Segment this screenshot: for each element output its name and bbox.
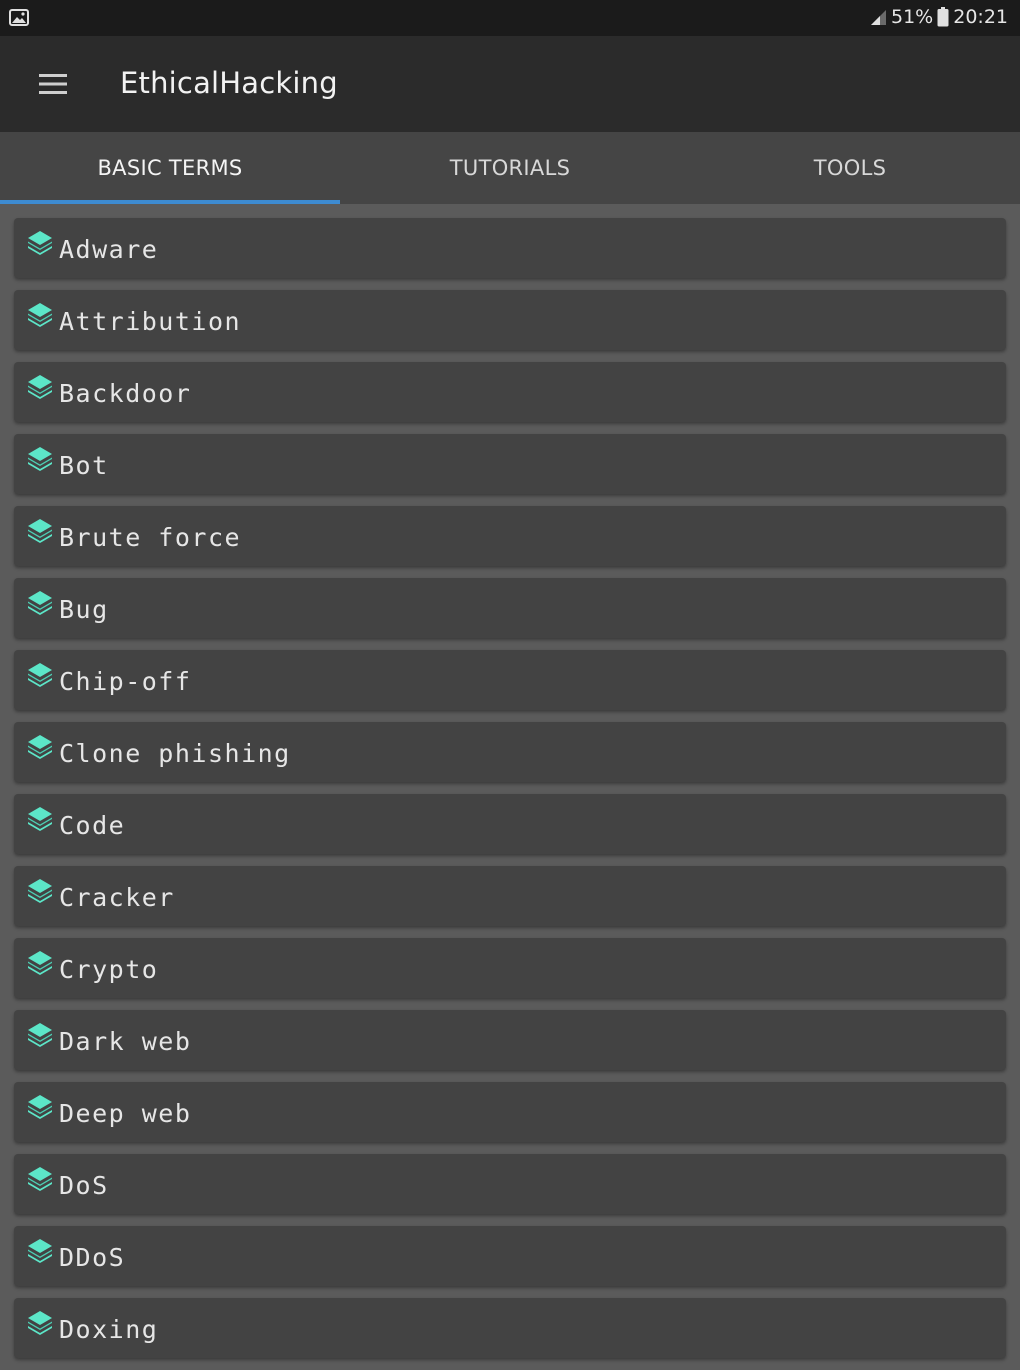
list-item-label: DoS: [59, 1171, 109, 1200]
layers-icon: [28, 1167, 52, 1191]
hamburger-menu-icon[interactable]: [30, 64, 76, 104]
list-item[interactable]: Cracker: [14, 866, 1006, 926]
tab-tutorials[interactable]: TUTORIALS: [340, 132, 680, 204]
layers-icon: [28, 375, 52, 399]
layers-icon: [28, 1239, 52, 1263]
list-item[interactable]: Bug: [14, 578, 1006, 638]
list-item-label: Dark web: [59, 1027, 192, 1056]
list-item[interactable]: Clone phishing: [14, 722, 1006, 782]
list-item[interactable]: Code: [14, 794, 1006, 854]
battery-percent: 51%: [891, 6, 934, 28]
list-item-label: Chip-off: [59, 667, 192, 696]
list-item[interactable]: DDoS: [14, 1226, 1006, 1286]
list-item-label: Adware: [59, 235, 159, 264]
list-item-label: Cracker: [59, 883, 175, 912]
layers-icon: [28, 1311, 52, 1335]
list-item[interactable]: Adware: [14, 218, 1006, 278]
status-bar: 51% 20:21: [0, 0, 1020, 36]
list-item-label: Backdoor: [59, 379, 192, 408]
list-item-label: Doxing: [59, 1315, 159, 1344]
tab-bar: BASIC TERMS TUTORIALS TOOLS: [0, 132, 1020, 204]
layers-icon: [28, 231, 52, 255]
list-item[interactable]: Brute force: [14, 506, 1006, 566]
layers-icon: [28, 303, 52, 327]
layers-icon: [28, 1095, 52, 1119]
tab-tools[interactable]: TOOLS: [680, 132, 1020, 204]
list-item-label: Bug: [59, 595, 109, 624]
layers-icon: [28, 879, 52, 903]
list-item[interactable]: Bot: [14, 434, 1006, 494]
list-item-label: Brute force: [59, 523, 242, 552]
clock: 20:21: [953, 6, 1008, 28]
list-item[interactable]: Chip-off: [14, 650, 1006, 710]
gallery-notification-icon: [9, 9, 29, 26]
list-item[interactable]: DoS: [14, 1154, 1006, 1214]
battery-icon: [937, 7, 949, 27]
list-item-label: Bot: [59, 451, 109, 480]
signal-icon: [871, 10, 886, 25]
list-item[interactable]: Deep web: [14, 1082, 1006, 1142]
layers-icon: [28, 807, 52, 831]
layers-icon: [28, 951, 52, 975]
layers-icon: [28, 1023, 52, 1047]
layers-icon: [28, 663, 52, 687]
layers-icon: [28, 447, 52, 471]
list-item-label: Deep web: [59, 1099, 192, 1128]
list-item-label: DDoS: [59, 1243, 126, 1272]
list-item-label: Clone phishing: [59, 739, 291, 768]
app-bar: EthicalHacking: [0, 36, 1020, 132]
list-item[interactable]: Backdoor: [14, 362, 1006, 422]
list-item[interactable]: Dark web: [14, 1010, 1006, 1070]
app-title: EthicalHacking: [120, 66, 338, 100]
list-item[interactable]: Doxing: [14, 1298, 1006, 1358]
tab-basic-terms[interactable]: BASIC TERMS: [0, 132, 340, 204]
layers-icon: [28, 591, 52, 615]
list-item-label: Code: [59, 811, 126, 840]
list-item-label: Attribution: [59, 307, 242, 336]
status-indicators: 51% 20:21: [869, 6, 1008, 28]
list-item-label: Crypto: [59, 955, 159, 984]
layers-icon: [28, 735, 52, 759]
terms-list: Adware Attribution Backdoor Bot Brute fo…: [14, 218, 1006, 1370]
layers-icon: [28, 519, 52, 543]
list-item[interactable]: Attribution: [14, 290, 1006, 350]
list-item[interactable]: Crypto: [14, 938, 1006, 998]
